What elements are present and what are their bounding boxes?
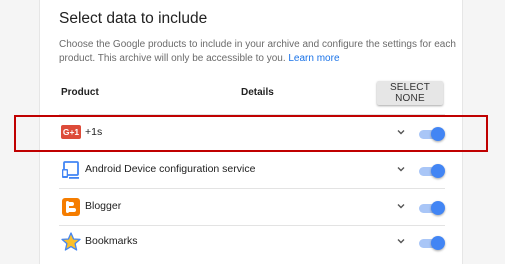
chevron-down-icon[interactable] <box>396 201 406 211</box>
column-header-details: Details <box>241 87 274 98</box>
include-toggle[interactable] <box>417 201 445 215</box>
chevron-down-icon[interactable] <box>396 164 406 174</box>
chevron-down-icon[interactable] <box>396 236 406 246</box>
include-toggle[interactable] <box>417 236 445 250</box>
section-description: Choose the Google products to include in… <box>59 38 459 65</box>
blogger-icon <box>62 198 80 216</box>
star-icon <box>61 232 81 251</box>
column-header-product: Product <box>61 87 99 98</box>
select-none-button[interactable]: SELECT NONE <box>377 81 443 105</box>
description-text: Choose the Google products to include in… <box>59 39 456 64</box>
product-row-bookmarks: Bookmarks <box>59 224 445 260</box>
section-title: Select data to include <box>59 10 208 27</box>
android-device-icon <box>62 161 79 179</box>
product-label: Bookmarks <box>85 235 138 247</box>
product-row-blogger: Blogger <box>59 189 445 225</box>
product-label: Android Device configuration service <box>85 163 256 175</box>
product-label: Blogger <box>85 200 122 212</box>
highlight-box <box>14 115 488 152</box>
product-row-android-device: Android Device configuration service <box>59 152 445 188</box>
include-toggle[interactable] <box>417 164 445 178</box>
learn-more-link[interactable]: Learn more <box>288 53 339 64</box>
